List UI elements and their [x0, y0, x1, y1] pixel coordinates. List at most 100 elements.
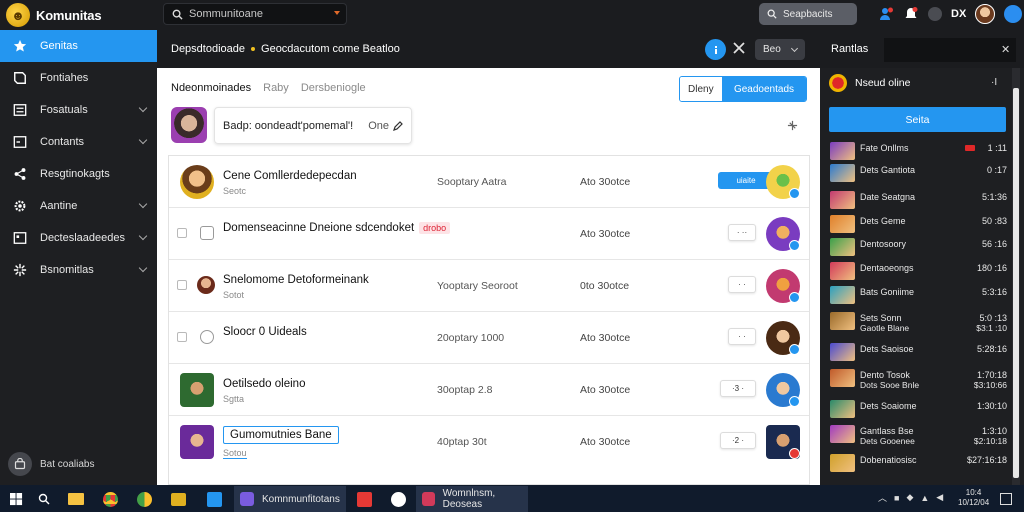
right-panel-item[interactable]: Fate Onllms 1 :11: [829, 140, 1009, 162]
red-app-icon[interactable]: [354, 489, 374, 509]
row-action-button[interactable]: · ·: [728, 328, 756, 345]
chevron-down-icon[interactable]: [138, 263, 148, 273]
store-icon[interactable]: [204, 489, 224, 509]
right-panel-tab-area[interactable]: [884, 38, 1016, 62]
clock[interactable]: 10:4 10/12/04: [958, 488, 989, 508]
row-action-button[interactable]: · ·: [728, 276, 756, 293]
right-panel-item[interactable]: Date Seatgna 5:1:36: [829, 189, 1009, 211]
chevron-down-icon[interactable]: [138, 231, 148, 241]
row-title: Cene Comllerdedepecdan: [223, 170, 357, 182]
account-icon[interactable]: [1004, 5, 1023, 23]
table-row[interactable]: Oetilsedo oleino Sgtta 30optap 2.8 Ato 3…: [169, 364, 809, 416]
table-row[interactable]: Cene Comllerdedepecdan Seotc Sooptary Aa…: [169, 156, 809, 208]
right-panel-item[interactable]: Dentaoeongs 180 :16: [829, 260, 1009, 282]
tab-ndeonmoinades[interactable]: Ndeonmoinades: [171, 82, 251, 94]
start-icon[interactable]: [6, 489, 26, 509]
pin-icon[interactable]: [787, 120, 798, 134]
sidebar-item-label: Fosatuals: [40, 104, 88, 116]
table-row[interactable]: Sloocr 0 Uideals 20optary 1000 Ato 30otc…: [169, 312, 809, 364]
row-action-button[interactable]: ·3 ·: [720, 380, 756, 397]
right-panel-item[interactable]: Sets Sonn 5:0 :13 Gaotle Blane $3:1 :10: [829, 310, 1009, 333]
chevron-down-icon[interactable]: [138, 103, 148, 113]
top-search-button[interactable]: Seapbacits: [759, 3, 857, 25]
volume-icon[interactable]: ◀: [936, 492, 943, 503]
chevron-up-icon[interactable]: ︿: [878, 491, 887, 504]
row-category: 20optary 1000: [437, 332, 505, 344]
right-panel-item[interactable]: Dobenatiosisc $27:16:18: [829, 452, 1009, 474]
tray-icon[interactable]: ◆: [906, 492, 913, 503]
sidebar-item-fosatuals[interactable]: Fosatuals: [0, 94, 157, 126]
tools-icon[interactable]: [733, 42, 745, 57]
right-panel-item[interactable]: Dets Geme 50 :83: [829, 213, 1009, 235]
table-row[interactable]: Snelomome Detoformeinank Sotot Yooptary …: [169, 260, 809, 312]
taskbar-task-second[interactable]: Womnlnsm, Deoseas: [416, 486, 528, 512]
pencil-icon[interactable]: [392, 120, 404, 135]
compose-box[interactable]: Badp: oondeadt'pomemal'! One: [214, 107, 412, 144]
sidebar-item-decteslaadeedes[interactable]: Decteslaadeedes: [0, 222, 157, 254]
tray-icon[interactable]: ■: [894, 493, 899, 503]
right-panel-item[interactable]: Dento Tosok 1:70:18 Dots Sooe Bnle $3:10:66: [829, 367, 1009, 390]
tab-dersbeniogle[interactable]: Dersbeniogle: [301, 82, 366, 94]
chrome-icon[interactable]: [100, 489, 120, 509]
status-dot-icon[interactable]: [928, 7, 942, 21]
verified-icon: [789, 344, 800, 355]
row-action-button[interactable]: ·2 ·: [720, 432, 756, 449]
right-panel-item[interactable]: Dets Soaiome 1:30:10: [829, 398, 1009, 420]
row-select-box[interactable]: [200, 226, 214, 240]
search-dropdown-icon[interactable]: [334, 11, 340, 15]
notifications-icon[interactable]: [903, 6, 919, 22]
search-bar[interactable]: [163, 3, 347, 25]
sidebar-item-fontiahes[interactable]: Fontiahes: [0, 62, 157, 94]
row-subtitle: Sotot: [223, 290, 245, 300]
row-checkbox[interactable]: [177, 280, 187, 290]
info-button[interactable]: [705, 39, 726, 60]
folder-icon[interactable]: [66, 489, 86, 509]
sidebar-item-bsnomitlas[interactable]: Bsnomitlas: [0, 254, 157, 286]
row-subtitle[interactable]: Sotou: [223, 448, 247, 459]
verified-icon: [789, 292, 800, 303]
row-title-edit[interactable]: Gumomutnies Bane: [223, 426, 339, 444]
archive-icon[interactable]: [168, 489, 188, 509]
sidebar-item-aantine[interactable]: Aantine: [0, 190, 157, 222]
profile-alert-icon[interactable]: [878, 6, 894, 22]
right-panel-item[interactable]: Dets Saoisoe 5:28:16: [829, 341, 1009, 363]
table-row[interactable]: Gumomutnies Bane Sotou 40ptap 30t Ato 30…: [169, 416, 809, 468]
scrollbar-thumb[interactable]: [1013, 88, 1019, 478]
tab-raby[interactable]: Raby: [263, 82, 289, 94]
scrollbar[interactable]: [1012, 68, 1020, 485]
item-value: $27:16:18: [966, 455, 1007, 465]
dx-label[interactable]: DX: [951, 8, 966, 20]
sidebar-item-genitas[interactable]: Genitas: [0, 30, 157, 62]
close-icon[interactable]: ✕: [1001, 43, 1010, 56]
row-checkbox[interactable]: [177, 228, 187, 238]
right-panel-item[interactable]: Dets Gantiota 0 :17: [829, 162, 1009, 184]
chevron-down-icon[interactable]: [138, 199, 148, 209]
segment-left[interactable]: Dleny: [680, 77, 722, 101]
right-panel-item[interactable]: Gantlass Bse 1:3:10 Dets Gooenee $2:10:18: [829, 423, 1009, 446]
table-row[interactable]: Domenseacinne Dneione sdcendoket drobo At…: [169, 208, 809, 260]
chevron-down-icon[interactable]: [138, 135, 148, 145]
taskbar-task-komunitas[interactable]: Komnmunfitotans: [234, 486, 346, 512]
star-icon: [12, 38, 28, 54]
view-dropdown[interactable]: Beo: [755, 39, 805, 60]
search-input[interactable]: [189, 8, 339, 20]
row-action-button[interactable]: · ··: [728, 224, 756, 241]
right-panel-item[interactable]: Dentosoory 56 :16: [829, 236, 1009, 258]
segment-right[interactable]: Geadoentads: [722, 77, 806, 101]
breadcrumb-item[interactable]: Geocdacutom come Beatloo: [261, 43, 400, 55]
sidebar-item-resgtinokagts[interactable]: Resgtinokagts: [0, 158, 157, 190]
right-panel-button[interactable]: Seita: [829, 107, 1006, 132]
app-logo[interactable]: ☻ Komunitas: [6, 3, 102, 27]
search-icon[interactable]: [34, 489, 54, 509]
breadcrumb-item[interactable]: Depsdtodioade: [171, 43, 245, 55]
right-panel-item[interactable]: Bats Goniime 5:3:16: [829, 284, 1009, 306]
network-icon[interactable]: ▲: [920, 493, 929, 503]
sidebar-item-contants[interactable]: Contants: [0, 126, 157, 158]
shield-icon[interactable]: [388, 489, 408, 509]
user-avatar[interactable]: [975, 4, 996, 24]
browser-icon[interactable]: [134, 489, 154, 509]
row-select-box[interactable]: [200, 330, 214, 344]
notification-center-icon[interactable]: [996, 489, 1016, 509]
sidebar-footer[interactable]: Bat coaliabs: [8, 452, 94, 476]
row-checkbox[interactable]: [177, 332, 187, 342]
